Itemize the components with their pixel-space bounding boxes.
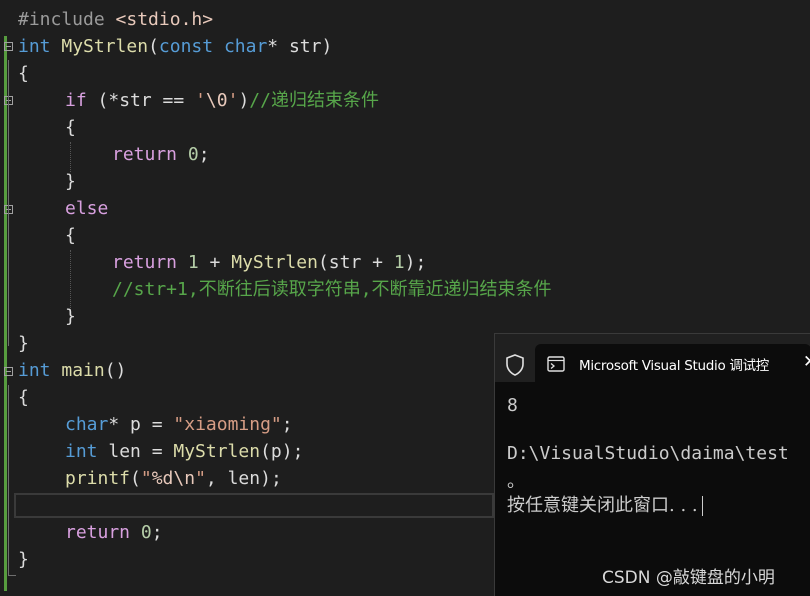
- function-name: MyStrlen: [231, 252, 318, 273]
- format-specifier: %d\n: [151, 468, 196, 489]
- console-prompt-text: 按任意键关闭此窗口. . .: [507, 495, 698, 516]
- number-literal: 0: [187, 144, 199, 165]
- code-line-1: #include <stdio.h>: [18, 6, 213, 33]
- punct: (): [104, 360, 127, 381]
- console-output-line: 。: [507, 471, 525, 492]
- punct: (: [130, 468, 141, 489]
- condition: (*str ==: [86, 90, 196, 111]
- keyword: int: [18, 36, 51, 57]
- string-literal-quote: ": [195, 468, 206, 489]
- function-name: MyStrlen: [61, 36, 149, 57]
- char-literal-quote: ': [227, 90, 239, 111]
- control-keyword: return: [65, 522, 131, 543]
- punct: );: [404, 252, 427, 273]
- outline-guide-end: [8, 575, 16, 576]
- punct: ;: [151, 522, 163, 543]
- comment: //str+1,不断往后读取字符串,不断靠近递归结束条件: [112, 279, 552, 300]
- shield-icon: [506, 354, 524, 376]
- control-keyword: return: [112, 252, 178, 273]
- console-output-line: D:\VisualStudio\daima\test: [507, 443, 789, 464]
- watermark: CSDN @敲键盘的小明: [602, 568, 775, 588]
- collapse-icon[interactable]: [4, 42, 13, 51]
- console-tab-title: Microsoft Visual Studio 调试控: [579, 358, 770, 374]
- function-name: printf: [65, 468, 131, 489]
- keyword: char: [65, 414, 109, 435]
- code-line-5: {: [65, 117, 76, 138]
- keyword: int: [18, 360, 51, 381]
- code-line-12: }: [65, 306, 76, 327]
- number-literal: 1: [187, 252, 199, 273]
- function-name: main: [61, 360, 105, 381]
- code-line-21: }: [18, 549, 29, 570]
- indent-guide: [70, 250, 71, 310]
- keyword: int: [65, 441, 98, 462]
- keyword: const: [158, 36, 214, 57]
- code-line-16: char* p = "xiaoming";: [65, 411, 293, 438]
- control-keyword: else: [65, 198, 109, 219]
- change-margin: [4, 36, 7, 591]
- number-literal: 1: [393, 252, 405, 273]
- code-line-17: int len = MyStrlen(p);: [65, 438, 303, 465]
- outline-guide: [8, 385, 9, 575]
- string-literal: "xiaoming": [173, 414, 282, 435]
- keyword: char: [223, 36, 268, 57]
- code-line-14: int main(): [18, 357, 126, 384]
- code-line-18: printf("%d\n", len);: [65, 465, 282, 492]
- code-line-11: //str+1,不断往后读取字符串,不断靠近递归结束条件: [112, 276, 552, 303]
- code-line-13: }: [18, 333, 29, 354]
- param-list: * str): [267, 36, 333, 57]
- argument: , len);: [205, 468, 282, 489]
- declaration: * p =: [108, 414, 174, 435]
- char-literal-quote: ': [195, 90, 206, 111]
- console-tab[interactable]: Microsoft Visual Studio 调试控 ✕: [535, 344, 810, 382]
- outline-guide: [8, 60, 9, 346]
- string-literal-quote: ": [140, 468, 152, 489]
- argument: (str +: [317, 252, 394, 273]
- argument: (p);: [260, 441, 304, 462]
- console-output-line: 按任意键关闭此窗口. . .: [507, 491, 703, 517]
- collapse-icon[interactable]: [4, 367, 13, 376]
- code-line-3: {: [18, 63, 29, 84]
- code-line-2: int MyStrlen(const char* str): [18, 33, 332, 60]
- code-line-15: {: [18, 387, 29, 408]
- punct: ;: [198, 144, 210, 165]
- console-titlebar[interactable]: Microsoft Visual Studio 调试控 ✕: [495, 334, 810, 382]
- declaration: len =: [97, 441, 174, 462]
- punct: ;: [281, 414, 293, 435]
- code-line-8: else: [65, 195, 108, 222]
- preprocessor-directive: #include: [18, 9, 116, 30]
- code-line-10: return 1 + MyStrlen(str + 1);: [112, 249, 426, 276]
- terminal-icon: [547, 356, 565, 372]
- include-path: <stdio.h>: [115, 9, 214, 30]
- operator: +: [198, 252, 232, 273]
- code-line-9: {: [65, 225, 76, 246]
- punct: ): [238, 90, 250, 111]
- function-name: MyStrlen: [173, 441, 261, 462]
- control-keyword: if: [65, 90, 87, 111]
- punct: (: [148, 36, 159, 57]
- number-literal: 0: [140, 522, 152, 543]
- console-output-line: 8: [507, 395, 518, 416]
- current-line-highlight: [14, 493, 494, 518]
- debug-console-window[interactable]: Microsoft Visual Studio 调试控 ✕ 8 D:\Visua…: [494, 333, 810, 596]
- code-line-6: return 0;: [112, 141, 210, 168]
- close-icon[interactable]: ✕: [803, 352, 810, 372]
- code-line-20: return 0;: [65, 519, 163, 546]
- escape-sequence: \0: [205, 90, 228, 111]
- code-line-4: if (*str == '\0')//递归结束条件: [65, 87, 379, 114]
- text-caret: [701, 496, 703, 516]
- code-line-7: }: [65, 171, 76, 192]
- comment: //递归结束条件: [249, 90, 379, 111]
- control-keyword: return: [112, 144, 178, 165]
